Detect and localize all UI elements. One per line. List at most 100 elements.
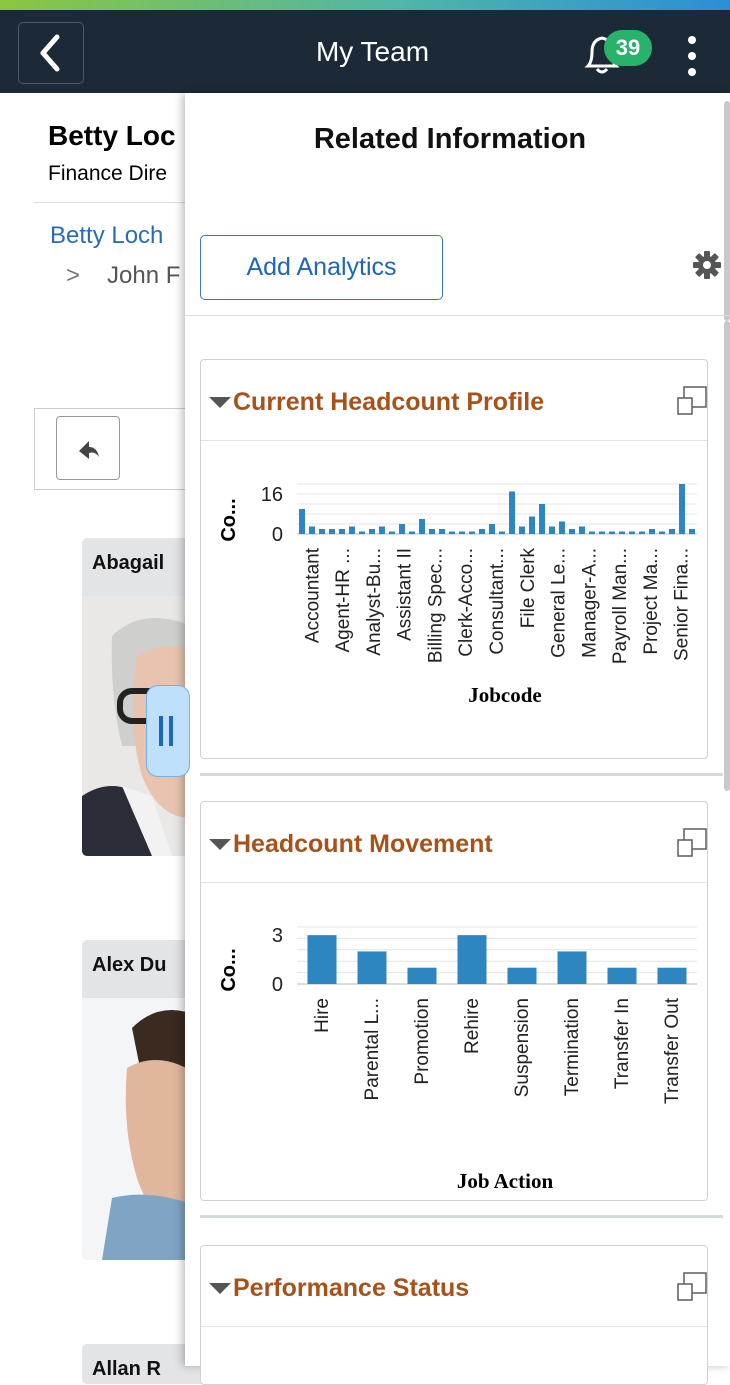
chart-bar [359,531,365,534]
chart-bar [519,526,525,534]
change-view-button[interactable] [56,416,120,480]
headcount-movement-chart: 0 3 Co... Hire Parental L... Promotion Rehire S… [218,925,697,1193]
chart-bar [679,484,685,534]
chart-bar [379,526,385,534]
chart-bar [307,935,337,984]
triangle-down-icon[interactable] [209,397,231,408]
employee-name: Betty Loc [48,120,176,151]
triangle-down-icon[interactable] [209,1283,231,1294]
add-analytics-button[interactable]: Add Analytics [200,235,443,300]
gear-icon[interactable] [691,249,723,281]
chart-bar [589,531,595,534]
panel-scrollbar[interactable] [724,101,730,321]
pagelet-title[interactable]: Performance Status [233,1274,469,1303]
top-accent-stripe [0,0,730,10]
chart-bar [639,531,645,534]
chart-bar [549,526,555,534]
x-tick-label: Hire [312,998,333,1033]
headcount-profile-chart: 0 16 Co... Accountant Agent-HR ... Analyst-Bu… [218,483,697,707]
pagelet-headcount-movement: Headcount Movement 0 3 Co... Hire Parental L… [200,801,708,1201]
chart-bar [629,531,635,534]
chart-bar [457,935,487,984]
x-tick-label: Manager-A... [579,548,600,658]
y-tick-label: 0 [272,974,283,996]
x-tick-label: Clerk-Acco... [456,548,477,657]
maximize-icon[interactable] [675,1270,709,1304]
chart-bar [507,967,537,984]
x-tick-label: Termination [562,998,583,1096]
x-tick-label: Suspension [512,998,533,1097]
x-tick-label: Agent-HR ... [333,548,354,653]
chart-bar [459,531,465,534]
chart-bar [689,529,695,534]
y-tick-label: 3 [272,925,283,947]
chart-bar [569,529,575,534]
divider [185,315,730,316]
pagelet-title[interactable]: Current Headcount Profile [233,388,544,417]
x-tick-label: Analyst-Bu... [364,548,385,656]
x-tick-label: Transfer Out [662,997,683,1104]
x-tick-label: Payroll Man... [610,548,631,664]
chart-bar [357,951,387,984]
x-tick-label: Accountant [302,547,323,643]
shuffle-icon [79,441,99,459]
chart-bar [369,529,375,534]
chart-bar [559,521,565,534]
y-axis-label: Co... [218,498,240,541]
kebab-menu-icon[interactable] [680,32,704,82]
notification-badge[interactable]: 39 [604,30,652,66]
chart-bar [329,529,335,534]
y-tick-label: 16 [261,484,283,506]
breadcrumb-link[interactable]: Betty Loch [50,222,163,250]
chart-bar [489,524,495,534]
x-tick-label: Promotion [412,998,433,1085]
chart-bar [389,531,395,534]
employee-card[interactable]: Allan R [82,1344,202,1384]
chart-bar [659,531,665,534]
card-name: Abagail [92,552,165,574]
x-tick-label: Rehire [462,998,483,1054]
chart-bar [319,529,325,534]
x-tick-label: File Clerk [518,548,539,629]
x-axis-label: Jobcode [468,683,542,707]
divider [200,1215,723,1218]
pagelet-header: Performance Status [201,1246,707,1327]
divider [34,202,194,203]
related-information-panel: Related Information Add Analytics Curren… [185,93,730,1385]
chart-bar [649,529,655,534]
breadcrumb-child[interactable]: John F [107,262,180,290]
chart-bar [469,531,475,534]
employee-photo [82,998,202,1260]
panel-title: Related Information [313,123,587,155]
chart-bar [609,531,615,534]
card-name: Allan R [92,1358,161,1380]
pagelet-header: Current Headcount Profile [201,360,707,441]
chart-bar [339,529,345,534]
x-tick-label: Assistant II [395,548,416,641]
breadcrumb-chevron: > [66,262,81,289]
maximize-icon[interactable] [675,826,709,860]
employee-card[interactable]: Alex Du [82,940,202,1260]
chart-bar [657,967,687,984]
chart-bar [349,526,355,534]
x-axis-label: Job Action [457,1169,554,1193]
pagelet-title[interactable]: Headcount Movement [233,830,493,859]
chart-bar [419,519,425,534]
chart-bar [499,531,505,534]
chart-bar [669,529,675,534]
chart-bar [299,509,305,534]
x-tick-label: Project Ma... [641,548,662,655]
x-tick-label: Transfer In [612,998,633,1089]
card-name: Alex Du [92,954,167,976]
pagelet-header: Headcount Movement [201,802,707,883]
pause-icon [159,716,173,746]
chart-bar [509,491,515,534]
x-tick-label: Consultant... [487,548,508,655]
chart-bar [599,531,605,534]
maximize-icon[interactable] [675,384,709,418]
content-scrollbar[interactable] [724,321,730,791]
panel-toggle-handle[interactable] [146,685,190,777]
chart-bar [309,526,315,534]
x-tick-label: Parental L... [362,998,383,1100]
triangle-down-icon[interactable] [209,839,231,850]
